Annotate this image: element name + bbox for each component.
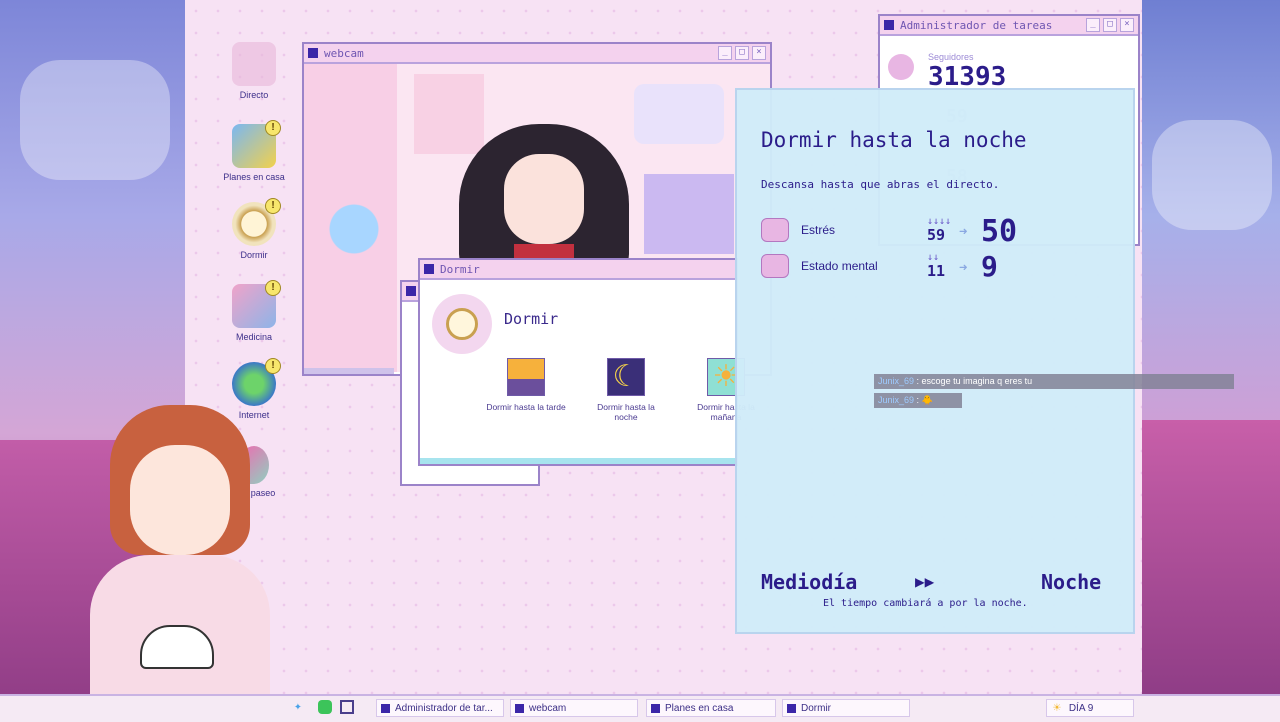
sleep-info-panel: Dormir hasta la noche Descansa hasta que…	[735, 88, 1135, 634]
notepad-icon[interactable]	[340, 700, 354, 714]
alarm-clock-icon	[432, 294, 492, 354]
desktop-icon-label: Planes en casa	[223, 172, 285, 182]
chat-username: Junix_69	[878, 395, 915, 405]
sunset-icon	[507, 358, 545, 396]
option-label: Dormir hasta la tarde	[486, 402, 566, 412]
taskbar-item-planes[interactable]: Planes en casa	[646, 699, 776, 717]
right-city-background	[1142, 0, 1280, 720]
notification-badge-icon: !	[265, 198, 281, 214]
window-title: Dormir	[440, 262, 480, 276]
close-button[interactable]: ×	[1120, 18, 1134, 32]
desktop-icon-label: Directo	[239, 90, 269, 100]
info-description: Descansa hasta que abras el directo.	[761, 178, 1000, 191]
taskbar-item-label: Dormir	[801, 702, 831, 714]
followers-label: Seguidores	[928, 52, 974, 62]
stat-from: 11	[927, 262, 946, 280]
desktop-icon-label: Medicina	[235, 332, 273, 342]
maximize-button[interactable]: □	[1103, 18, 1117, 32]
sun-icon: ☀	[1053, 700, 1061, 716]
stress-icon	[761, 218, 789, 242]
dormir-titlebar[interactable]: Dormir	[420, 260, 736, 280]
stat-to: 50	[981, 214, 1018, 249]
vtuber-character	[80, 395, 280, 694]
window-icon	[651, 703, 660, 713]
dormir-heading: Dormir	[504, 310, 559, 328]
close-button[interactable]: ×	[752, 46, 766, 60]
taskbar-item-dormir[interactable]: Dormir	[782, 699, 910, 717]
desktop-icon-directo[interactable]: Directo	[219, 42, 289, 100]
chat-message: Junix_69 : escoge tu imagina q eres tu	[874, 374, 1234, 389]
desktop-icon-medicina[interactable]: Medicina !	[219, 280, 289, 342]
moon-icon: ☾	[607, 358, 645, 396]
window-icon	[424, 264, 434, 274]
window-icon	[308, 48, 318, 58]
window-icon	[406, 286, 416, 296]
task-manager-titlebar[interactable]: Administrador de tareas _ □ ×	[880, 16, 1138, 36]
stat-from: 59	[927, 226, 946, 244]
stream-icon	[232, 42, 276, 86]
hearts-decoration	[314, 194, 394, 264]
stat-to: 9	[981, 250, 998, 283]
time-note: El tiempo cambiará a por la noche.	[823, 598, 1028, 609]
notification-badge-icon: !	[265, 358, 281, 374]
building-decoration	[1142, 420, 1280, 720]
option-dormir-noche[interactable]: ☾ Dormir hasta la noche	[586, 358, 666, 422]
taskbar-item-label: webcam	[529, 702, 567, 714]
arrow-right-icon: ➜	[959, 260, 968, 276]
notification-badge-icon: !	[265, 280, 281, 296]
taskbar-item-label: Administrador de tar...	[395, 702, 493, 714]
window-title: webcam	[324, 46, 364, 60]
cloud-decoration	[20, 60, 170, 180]
chat-username: Junix_69	[878, 376, 915, 386]
desktop-icon-planes[interactable]: Planes en casa !	[219, 120, 289, 182]
cloud-decoration	[1152, 120, 1272, 230]
twitter-icon[interactable]: ✦	[294, 699, 302, 714]
time-to: Noche	[1041, 570, 1102, 594]
mental-state-icon	[761, 254, 789, 278]
desktop-icon-label: Dormir	[240, 250, 268, 260]
notification-badge-icon: !	[265, 120, 281, 136]
window-icon	[787, 703, 796, 713]
option-label: Dormir hasta la noche	[597, 402, 655, 422]
forward-icon: ▶▶	[915, 572, 935, 591]
maximize-button[interactable]: □	[735, 46, 749, 60]
stat-name: Estrés	[801, 223, 836, 237]
wall-art-decoration	[644, 174, 734, 254]
minimize-button[interactable]: _	[718, 46, 732, 60]
scrollbar[interactable]	[304, 368, 394, 374]
stat-name: Estado mental	[801, 259, 878, 273]
arrow-right-icon: ➜	[959, 224, 968, 240]
chat-overlay: Junix_69 : escoge tu imagina q eres tu J…	[874, 374, 1234, 408]
chat-app-icon[interactable]	[318, 700, 332, 714]
chat-text: : 🐥	[916, 395, 933, 405]
stat-row-stress: Estrés	[761, 218, 835, 242]
avatar	[888, 54, 914, 80]
chat-message: Junix_69 : 🐥	[874, 393, 962, 408]
stat-row-mental: Estado mental	[761, 254, 878, 278]
minimize-button[interactable]: _	[1086, 18, 1100, 32]
taskbar-item-task-manager[interactable]: Administrador de tar...	[376, 699, 504, 717]
webcam-titlebar[interactable]: webcam _ □ ×	[304, 44, 770, 64]
option-dormir-tarde[interactable]: Dormir hasta la tarde	[486, 358, 566, 412]
plush-decoration	[634, 84, 724, 144]
window-title: Administrador de tareas	[900, 18, 1053, 32]
taskbar: ✦ Administrador de tar... webcam Planes …	[0, 694, 1280, 722]
info-title: Dormir hasta la noche	[761, 128, 1027, 152]
dormir-window[interactable]: Dormir Dormir Dormir hasta la tarde ☾ Do…	[418, 258, 755, 466]
chat-text: : escoge tu imagina q eres tu	[916, 376, 1033, 386]
avatar-character	[459, 104, 629, 274]
scrollbar[interactable]	[420, 458, 736, 464]
window-icon	[515, 703, 524, 713]
taskbar-item-webcam[interactable]: webcam	[510, 699, 638, 717]
window-icon	[381, 703, 390, 713]
window-icon	[884, 20, 894, 30]
desktop-icon-dormir[interactable]: Dormir !	[219, 198, 289, 260]
day-indicator: ☀ DÍA 9	[1046, 699, 1134, 717]
day-label: DÍA 9	[1068, 702, 1094, 714]
time-from: Mediodía	[761, 570, 858, 594]
taskbar-item-label: Planes en casa	[665, 702, 734, 714]
